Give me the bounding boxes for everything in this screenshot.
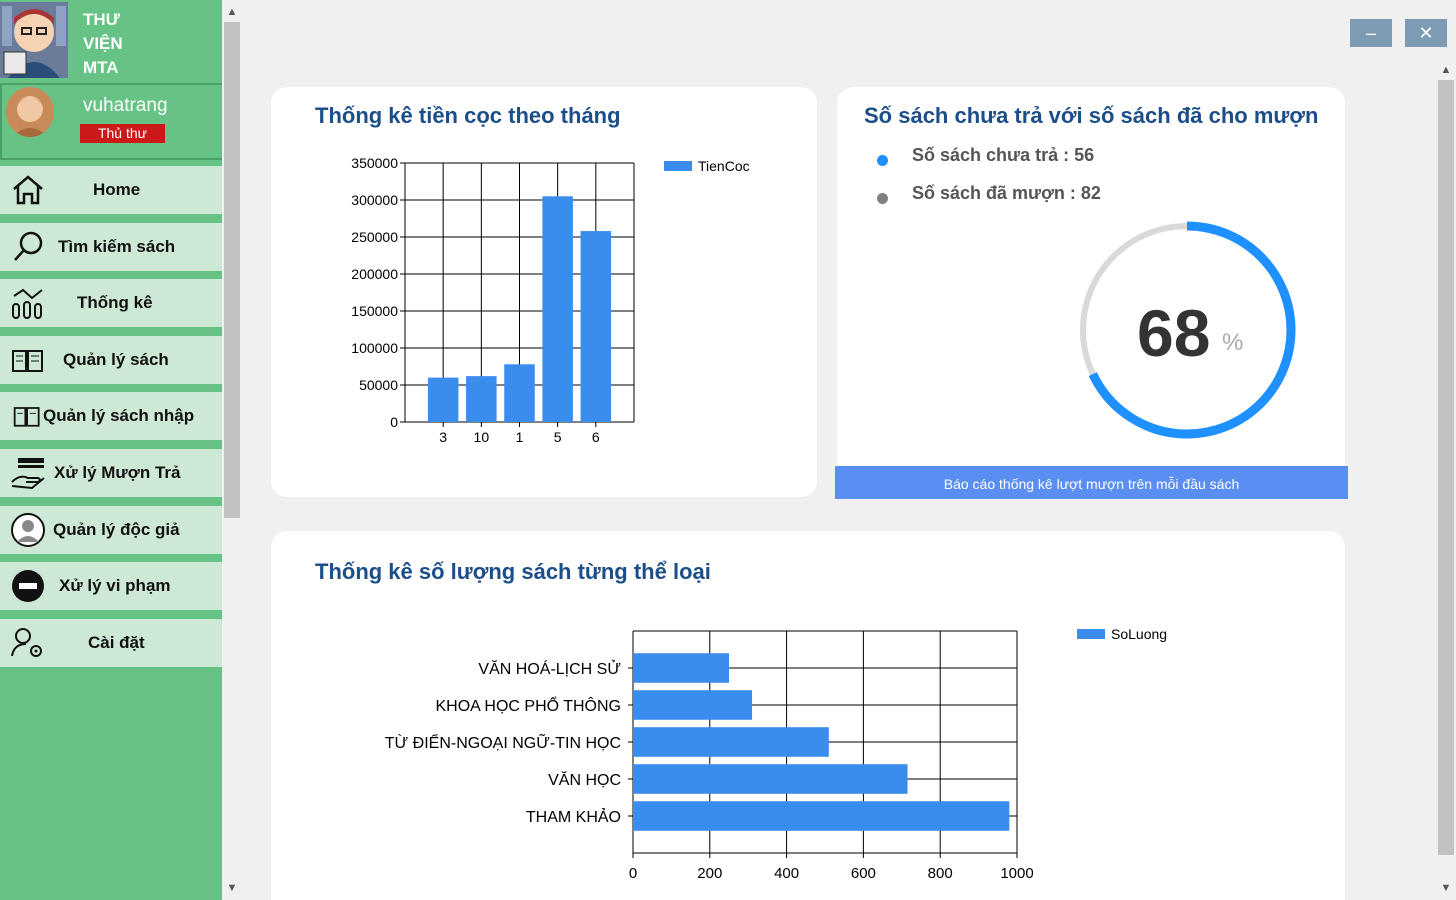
nav-item-settings[interactable]: Cài đặt bbox=[0, 618, 222, 667]
violation-icon bbox=[12, 570, 44, 603]
home-icon bbox=[13, 175, 43, 205]
category-card: Thống kê số lượng sách từng thể loại 0 20… bbox=[271, 531, 1345, 900]
statistics-icon bbox=[12, 288, 43, 320]
scroll-up-arrow-icon[interactable]: ▲ bbox=[222, 2, 242, 22]
deposit-bar bbox=[542, 196, 573, 422]
x-tick-label: 800 bbox=[928, 865, 953, 882]
x-tick-label: 200 bbox=[697, 865, 722, 882]
nav-menu: Home Tìm kiếm sách Thống kê Quản lý sách… bbox=[0, 166, 222, 675]
deposit-legend-swatch bbox=[664, 161, 692, 171]
lend-return-icon bbox=[11, 457, 45, 490]
nav-label-manage-imported-books: Quản lý sách nhập bbox=[43, 406, 195, 426]
y-tick-label: 100000 bbox=[351, 340, 398, 356]
deposit-bar bbox=[580, 231, 612, 422]
x-tick-label: 400 bbox=[774, 865, 799, 882]
x-tick-label: 10 bbox=[474, 429, 490, 445]
category-bar bbox=[633, 727, 829, 757]
role-badge: Thủ thư bbox=[80, 124, 165, 143]
x-tick-label: 3 bbox=[439, 429, 447, 445]
avatar bbox=[6, 87, 54, 137]
logo-area: THƯ VIỆN MTA bbox=[0, 0, 222, 85]
loan-card: Số sách chưa trả với số sách đã cho mượn… bbox=[837, 87, 1345, 497]
y-tick-label: TỪ ĐIỂN-NGOẠI NGỮ-TIN HỌC bbox=[385, 732, 621, 752]
y-tick-label: THAM KHẢO bbox=[526, 807, 621, 826]
unreturned-count: Số sách chưa trả : 56 bbox=[912, 145, 1095, 165]
x-tick-label: 0 bbox=[629, 865, 637, 882]
y-tick-label: 300000 bbox=[351, 192, 398, 208]
category-bar bbox=[633, 764, 908, 794]
sidebar-scrollbar[interactable]: ▲ ▼ bbox=[222, 0, 242, 900]
category-chart: 0 200 400 600 800 1000 VĂN HOÁ-LỊCH SỬ KHOA HỌC… bbox=[385, 630, 1034, 882]
nav-item-lend-return[interactable]: Xử lý Mượn Trả bbox=[0, 448, 222, 497]
close-button[interactable]: ✕ bbox=[1405, 19, 1447, 47]
category-legend-swatch bbox=[1077, 629, 1105, 639]
nav-label-settings: Cài đặt bbox=[88, 632, 145, 652]
user-profile: vuhatrang Thủ thư bbox=[0, 85, 222, 160]
y-tick-label: VĂN HỌC bbox=[548, 770, 621, 789]
deposit-card: Thống kê tiền cọc theo tháng 0 50000 10000… bbox=[271, 87, 817, 497]
nav-item-statistics[interactable]: Thống kê bbox=[0, 279, 222, 328]
y-tick-label: 50000 bbox=[359, 377, 398, 393]
library-logo-icon bbox=[0, 2, 68, 78]
nav-label-search-books: Tìm kiếm sách bbox=[58, 236, 176, 256]
y-tick-label: 150000 bbox=[351, 303, 398, 319]
y-tick-label: 250000 bbox=[351, 229, 398, 245]
x-tick-label: 5 bbox=[554, 429, 562, 445]
nav-label-lend-return: Xử lý Mượn Trả bbox=[54, 462, 181, 482]
x-tick-label: 6 bbox=[592, 429, 600, 445]
main-scroll-up-arrow-icon[interactable]: ▲ bbox=[1436, 60, 1456, 80]
nav-label-manage-books: Quản lý sách bbox=[63, 349, 169, 369]
deposit-bar bbox=[504, 364, 535, 422]
borrowed-legend-dot bbox=[877, 193, 888, 204]
loan-title: Số sách chưa trả với số sách đã cho mượn bbox=[864, 103, 1319, 128]
loan-percent-unit: % bbox=[1222, 329, 1244, 356]
nav-label-statistics: Thống kê bbox=[77, 293, 153, 313]
minimize-button[interactable]: – bbox=[1350, 19, 1392, 47]
settings-icon bbox=[11, 627, 42, 657]
deposit-bar bbox=[427, 377, 459, 422]
sidebar: THƯ VIỆN MTA vuhatrang Thủ thư Home Tìm … bbox=[0, 0, 222, 900]
category-bar bbox=[633, 690, 753, 720]
y-tick-label: VĂN HOÁ-LỊCH SỬ bbox=[478, 659, 621, 678]
nav-item-search-books[interactable]: Tìm kiếm sách bbox=[0, 222, 222, 271]
y-tick-label: 0 bbox=[390, 414, 398, 430]
borrowed-count: Số sách đã mượn : 82 bbox=[912, 183, 1101, 203]
deposit-chart: 0 50000 100000 150000 200000 250000 300000 3500… bbox=[351, 155, 635, 445]
nav-item-violations[interactable]: Xử lý vi phạm bbox=[0, 562, 222, 611]
x-tick-label: 600 bbox=[851, 865, 876, 882]
category-legend-label: SoLuong bbox=[1111, 626, 1168, 642]
nav-label-manage-readers: Quản lý độc giả bbox=[53, 519, 180, 539]
book-import-icon bbox=[13, 407, 40, 428]
nav-label-home: Home bbox=[93, 180, 141, 199]
nav-item-manage-readers[interactable]: Quản lý độc giả bbox=[0, 505, 222, 554]
sidebar-scrollbar-thumb[interactable] bbox=[224, 22, 240, 518]
app-title: THƯ VIỆN MTA bbox=[83, 10, 123, 77]
reader-icon bbox=[11, 512, 45, 547]
deposit-bar bbox=[466, 376, 497, 422]
y-tick-label: KHOA HỌC PHỔ THÔNG bbox=[435, 696, 621, 715]
x-tick-label: 1 bbox=[516, 429, 524, 445]
search-icon bbox=[14, 231, 43, 261]
y-tick-label: 350000 bbox=[351, 155, 398, 171]
nav-item-home[interactable]: Home bbox=[0, 166, 222, 214]
main-scroll-down-arrow-icon[interactable]: ▼ bbox=[1436, 878, 1456, 898]
unreturned-legend-dot bbox=[877, 155, 888, 166]
main-scrollbar-thumb[interactable] bbox=[1438, 80, 1454, 855]
report-button[interactable]: Báo cáo thống kê lượt mượn trên mỗi đầu … bbox=[835, 466, 1348, 499]
category-bar bbox=[633, 801, 1010, 831]
deposit-legend-label: TienCoc bbox=[698, 158, 750, 174]
scroll-down-arrow-icon[interactable]: ▼ bbox=[222, 878, 242, 898]
category-bar bbox=[633, 653, 729, 683]
nav-item-manage-books[interactable]: Quản lý sách bbox=[0, 335, 222, 384]
loan-percent-value: 68 bbox=[1137, 296, 1211, 370]
x-tick-label: 1000 bbox=[1000, 865, 1033, 882]
username: vuhatrang bbox=[83, 95, 168, 116]
nav-label-violations: Xử lý vi phạm bbox=[59, 576, 171, 596]
y-tick-label: 200000 bbox=[351, 266, 398, 282]
book-icon bbox=[12, 349, 43, 372]
main-scrollbar[interactable]: ▲ ▼ bbox=[1436, 58, 1456, 900]
nav-item-manage-imported-books[interactable]: Quản lý sách nhập bbox=[0, 392, 222, 441]
